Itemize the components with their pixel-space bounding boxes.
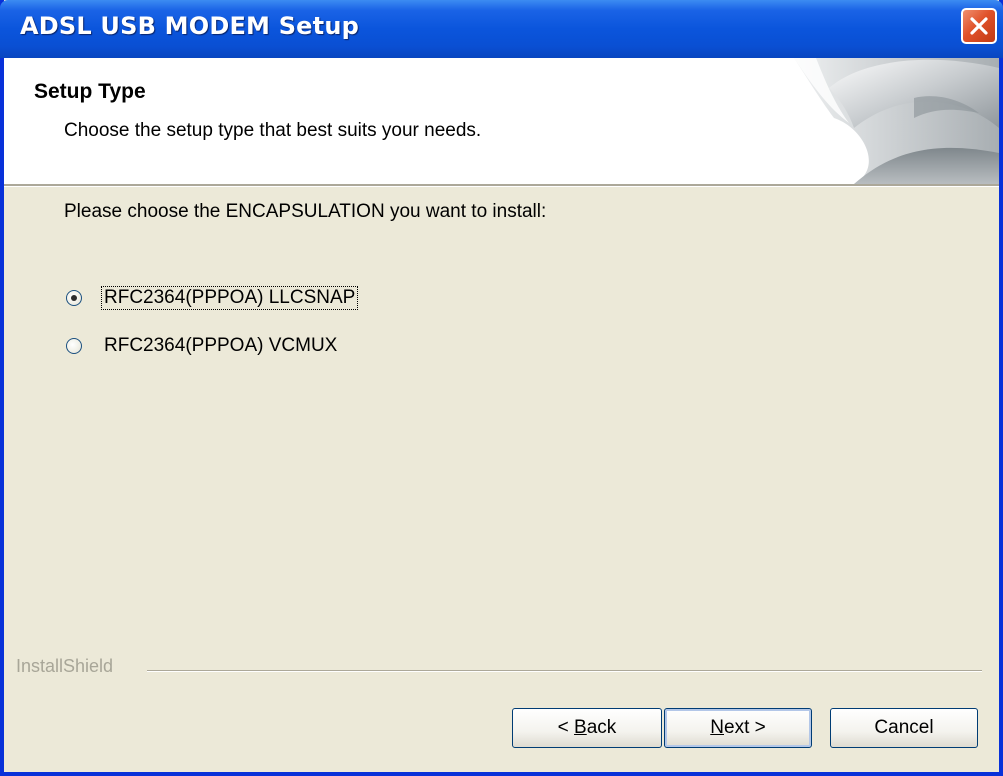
next-button-mnemonic: N bbox=[710, 717, 724, 738]
page-title: Setup Type bbox=[34, 80, 146, 103]
footer-divider bbox=[147, 670, 982, 672]
radio-llcsnap[interactable] bbox=[66, 290, 82, 306]
back-button-mnemonic: B bbox=[574, 717, 587, 738]
page-subtitle: Choose the setup type that best suits yo… bbox=[64, 120, 482, 141]
header-panel: Setup Type Choose the setup type that be… bbox=[4, 58, 999, 184]
close-button[interactable] bbox=[961, 8, 997, 44]
next-button[interactable]: Next > bbox=[664, 708, 812, 748]
cancel-button[interactable]: Cancel bbox=[830, 708, 978, 748]
header-divider bbox=[4, 184, 999, 187]
option-vcmux-label[interactable]: RFC2364(PPPOA) VCMUX bbox=[102, 335, 339, 357]
close-icon bbox=[970, 17, 988, 35]
window-title: ADSL USB MODEM Setup bbox=[20, 12, 359, 40]
page-curl-graphic bbox=[794, 58, 999, 184]
radio-vcmux[interactable] bbox=[66, 338, 82, 354]
setup-window: ADSL USB MODEM Setup Setup Type Choose t… bbox=[0, 0, 1003, 776]
installshield-brand: InstallShield bbox=[16, 656, 114, 676]
next-button-label: ext > bbox=[724, 717, 766, 738]
option-vcmux[interactable]: RFC2364(PPPOA) VCMUX bbox=[66, 333, 339, 359]
option-llcsnap-label[interactable]: RFC2364(PPPOA) LLCSNAP bbox=[100, 286, 359, 310]
encapsulation-prompt: Please choose the ENCAPSULATION you want… bbox=[64, 201, 547, 222]
cancel-button-label: Cancel bbox=[874, 717, 934, 738]
back-button[interactable]: < Back bbox=[512, 708, 662, 748]
back-button-prefix: < bbox=[557, 717, 575, 738]
title-bar[interactable]: ADSL USB MODEM Setup bbox=[0, 0, 1003, 58]
option-llcsnap[interactable]: RFC2364(PPPOA) LLCSNAP bbox=[66, 285, 359, 311]
back-button-label: ack bbox=[586, 717, 617, 738]
